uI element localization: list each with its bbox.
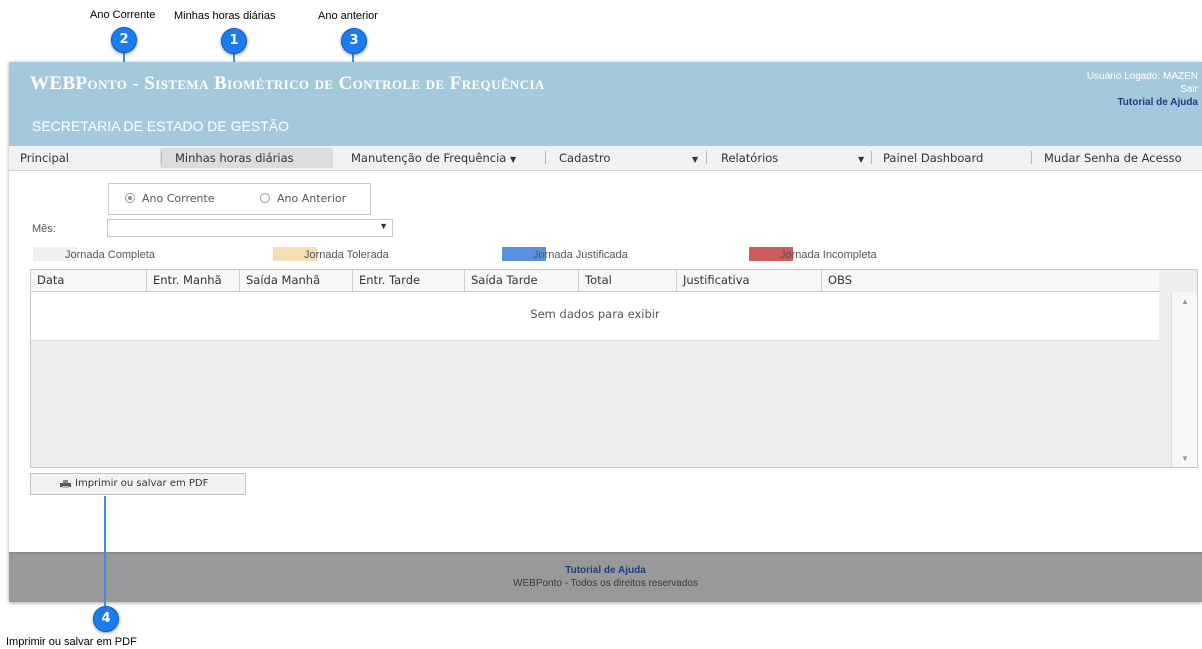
empty-message: Sem dados para exibir: [530, 307, 660, 321]
legend-label-completa: Jornada Completa: [65, 249, 155, 261]
help-link[interactable]: Tutorial de Ajuda: [1087, 96, 1198, 109]
column-header-justificativa[interactable]: Justificativa: [677, 270, 822, 291]
app-title: WEBPonto - Sistema Biométrico de Control…: [30, 73, 545, 94]
menu-senha[interactable]: Mudar Senha de Acesso: [1044, 151, 1182, 165]
app-footer: Tutorial de Ajuda WEBPonto - Todos os di…: [9, 552, 1202, 602]
menu-separator: [1031, 151, 1032, 164]
mes-select[interactable]: ▼: [107, 219, 393, 237]
org-name: SECRETARIA DE ESTADO DE GESTÃO: [32, 118, 289, 134]
radio-ano-corrente-label[interactable]: Ano Corrente: [142, 192, 215, 205]
print-pdf-button[interactable]: Imprimir ou salvar em PDF: [30, 473, 246, 495]
legend-label-incompleta: Jornada Incompleta: [780, 249, 877, 261]
callout-badge-1: 1: [221, 28, 247, 54]
logged-user: Usuário Logado: MAZEN: [1086, 71, 1198, 82]
radio-ano-anterior-label[interactable]: Ano Anterior: [277, 192, 346, 205]
year-radio-group: Ano Corrente Ano Anterior: [108, 183, 371, 215]
callout-badge-3: 3: [341, 28, 367, 54]
menu-manutencao[interactable]: Manutenção de Frequência ▼: [351, 151, 516, 165]
column-header-obs[interactable]: OBS: [822, 270, 1159, 291]
table-scrollbar[interactable]: ▲ ▼: [1171, 292, 1197, 467]
chevron-down-icon[interactable]: ▼: [692, 151, 698, 165]
menu-separator: [706, 151, 707, 164]
chevron-down-icon[interactable]: ▼: [858, 151, 864, 165]
column-header-saida-tarde[interactable]: Saída Tarde: [465, 270, 579, 291]
menu-separator: [871, 151, 872, 164]
user-box: Usuário Logado: MAZEN Sair Tutorial de A…: [1087, 70, 1198, 109]
dropdown-arrow-icon: ▼: [379, 221, 388, 231]
legend-label-tolerada: Jornada Tolerada: [304, 249, 389, 261]
table-header: Data Entr. Manhã Saída Manhã Entr. Tarde…: [31, 270, 1159, 292]
app-window: WEBPonto - Sistema Biométrico de Control…: [9, 62, 1202, 602]
callout-label-minhas-horas: Minhas horas diárias: [174, 10, 276, 22]
menu-manutencao-label: Manutenção de Frequência: [351, 151, 507, 165]
logout-link[interactable]: Sair: [1087, 83, 1198, 96]
table-empty-row: Sem dados para exibir: [31, 292, 1159, 341]
main-menu: Principal Minhas horas diárias Manutençã…: [9, 146, 1202, 171]
footer-help-link[interactable]: Tutorial de Ajuda: [9, 565, 1202, 576]
callout-badge-4: 4: [93, 606, 119, 632]
column-header-saida-manha[interactable]: Saída Manhã: [240, 270, 353, 291]
print-pdf-label: Imprimir ou salvar em PDF: [75, 478, 209, 489]
footer-copyright: WEBPonto - Todos os direitos reservados: [513, 578, 698, 589]
radio-ano-anterior[interactable]: [260, 193, 270, 203]
menu-separator: [545, 151, 546, 164]
hours-table: Data Entr. Manhã Saída Manhã Entr. Tarde…: [30, 269, 1198, 468]
menu-separator: [161, 151, 162, 164]
callout-label-ano-anterior: Ano anterior: [318, 10, 378, 22]
menu-painel[interactable]: Painel Dashboard: [883, 151, 983, 165]
legend-label-justificada: Jornada Justificada: [533, 249, 628, 261]
scroll-down-icon[interactable]: ▼: [1181, 454, 1189, 463]
chevron-down-icon: ▼: [510, 155, 517, 164]
menu-relatorios[interactable]: Relatórios: [721, 151, 778, 165]
menu-cadastro[interactable]: Cadastro: [559, 151, 610, 165]
callout-label-ano-corrente: Ano Corrente: [90, 9, 156, 21]
app-header: WEBPonto - Sistema Biométrico de Control…: [9, 62, 1202, 146]
printer-icon: [60, 480, 71, 488]
menu-principal[interactable]: Principal: [20, 151, 69, 165]
column-header-total[interactable]: Total: [579, 270, 677, 291]
radio-ano-corrente[interactable]: [125, 193, 135, 203]
menu-minhas-horas[interactable]: Minhas horas diárias: [175, 151, 294, 165]
callout-badge-2: 2: [111, 27, 137, 53]
column-header-entr-tarde[interactable]: Entr. Tarde: [353, 270, 465, 291]
callout-4-line: [104, 496, 106, 606]
column-header-entr-manha[interactable]: Entr. Manhã: [147, 270, 240, 291]
mes-label: Mês:: [32, 223, 56, 235]
column-header-data[interactable]: Data: [31, 270, 147, 291]
scroll-up-icon[interactable]: ▲: [1181, 297, 1189, 306]
callout-label-imprimir: Imprimir ou salvar em PDF: [6, 636, 137, 648]
